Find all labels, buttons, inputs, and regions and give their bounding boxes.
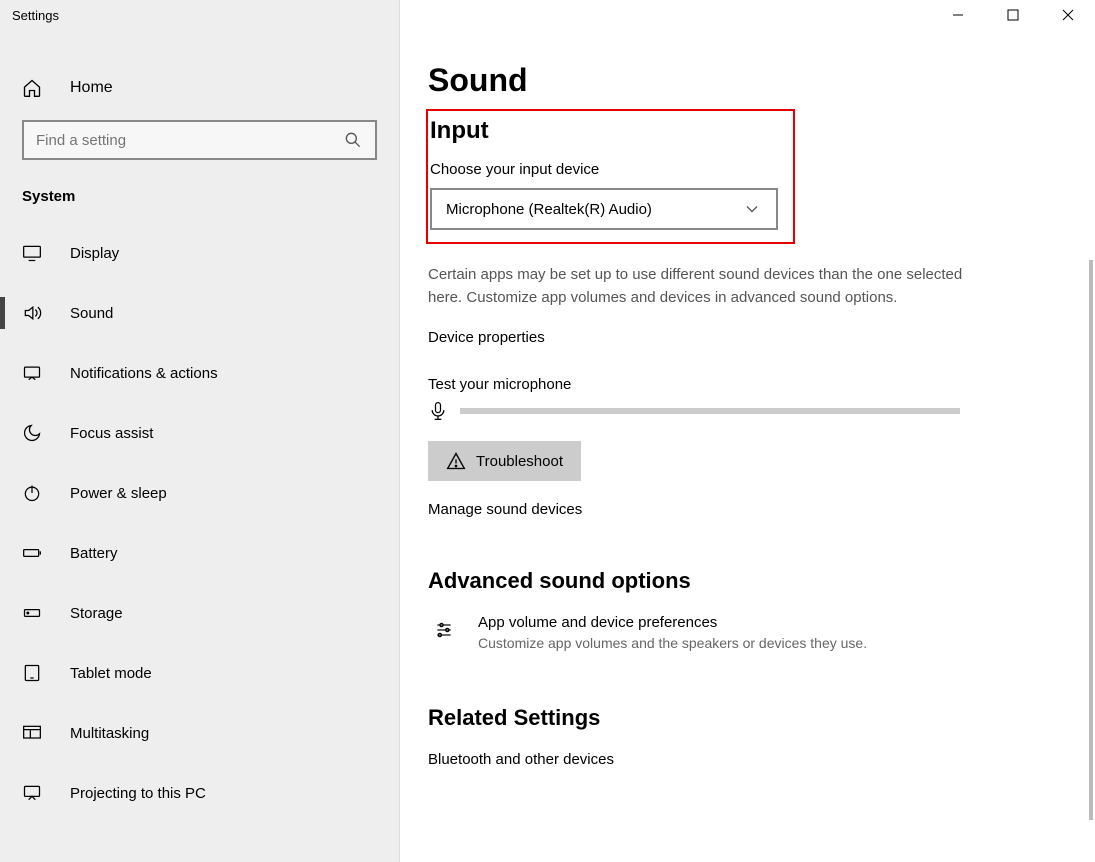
multitask-icon <box>22 723 42 743</box>
sidebar-item-sound[interactable]: Sound <box>0 283 399 343</box>
sidebar: Settings Home System Display So <box>0 0 400 862</box>
sidebar-item-notifications[interactable]: Notifications & actions <box>0 343 399 403</box>
dropdown-value: Microphone (Realtek(R) Audio) <box>446 201 652 218</box>
app-volume-title: App volume and device preferences <box>478 614 867 631</box>
related-heading: Related Settings <box>428 705 1065 731</box>
tablet-icon <box>22 663 42 683</box>
close-button[interactable] <box>1040 0 1095 30</box>
home-label: Home <box>70 79 113 97</box>
category-heading: System <box>0 160 399 217</box>
content-pane: Sound Input Choose your input device Mic… <box>400 0 1095 862</box>
nav-label: Power & sleep <box>70 485 167 502</box>
battery-icon <box>22 543 42 563</box>
nav-label: Sound <box>70 305 113 322</box>
test-mic-label: Test your microphone <box>428 376 1065 393</box>
choose-input-label: Choose your input device <box>428 161 781 178</box>
home-icon <box>22 78 42 98</box>
sidebar-item-battery[interactable]: Battery <box>0 523 399 583</box>
input-device-dropdown[interactable]: Microphone (Realtek(R) Audio) <box>430 188 778 230</box>
troubleshoot-button[interactable]: Troubleshoot <box>428 441 581 481</box>
nav-label: Tablet mode <box>70 665 152 682</box>
focus-icon <box>22 423 42 443</box>
warning-icon <box>446 451 466 471</box>
maximize-button[interactable] <box>985 0 1040 30</box>
input-heading: Input <box>428 117 781 145</box>
search-input[interactable] <box>36 132 330 149</box>
advanced-heading: Advanced sound options <box>428 568 1065 594</box>
nav-label: Notifications & actions <box>70 365 218 382</box>
input-description: Certain apps may be set up to use differ… <box>428 264 988 309</box>
mic-level-bar <box>460 408 960 414</box>
chevron-down-icon <box>742 199 762 219</box>
app-volume-row[interactable]: App volume and device preferences Custom… <box>428 614 1065 651</box>
projecting-icon <box>22 783 42 803</box>
microphone-icon <box>428 401 448 421</box>
sidebar-item-focus[interactable]: Focus assist <box>0 403 399 463</box>
nav-label: Projecting to this PC <box>70 785 206 802</box>
window-title: Settings <box>0 0 399 30</box>
sliders-icon <box>428 614 460 646</box>
minimize-button[interactable] <box>930 0 985 30</box>
input-section-highlight: Input Choose your input device Microphon… <box>426 109 795 244</box>
scrollbar[interactable] <box>1089 260 1093 820</box>
sidebar-item-projecting[interactable]: Projecting to this PC <box>0 763 399 823</box>
troubleshoot-label: Troubleshoot <box>476 453 563 470</box>
sidebar-item-tablet[interactable]: Tablet mode <box>0 643 399 703</box>
sidebar-item-display[interactable]: Display <box>0 223 399 283</box>
nav-list: Display Sound Notifications & actions Fo… <box>0 223 399 823</box>
app-volume-sub: Customize app volumes and the speakers o… <box>478 635 867 651</box>
nav-label: Focus assist <box>70 425 153 442</box>
search-icon <box>343 130 363 150</box>
nav-label: Display <box>70 245 119 262</box>
sidebar-item-storage[interactable]: Storage <box>0 583 399 643</box>
bluetooth-link[interactable]: Bluetooth and other devices <box>428 751 1065 768</box>
page-title: Sound <box>428 62 1065 99</box>
display-icon <box>22 243 42 263</box>
device-properties-link[interactable]: Device properties <box>428 329 1065 346</box>
search-input-wrap[interactable] <box>22 120 377 160</box>
window-controls <box>930 0 1095 30</box>
sidebar-item-multitask[interactable]: Multitasking <box>0 703 399 763</box>
storage-icon <box>22 603 42 623</box>
notifications-icon <box>22 363 42 383</box>
sidebar-item-power[interactable]: Power & sleep <box>0 463 399 523</box>
power-icon <box>22 483 42 503</box>
test-mic-row <box>428 401 1065 421</box>
nav-label: Storage <box>70 605 123 622</box>
nav-label: Battery <box>70 545 118 562</box>
manage-devices-link[interactable]: Manage sound devices <box>428 501 1065 518</box>
sound-icon <box>22 303 42 323</box>
nav-label: Multitasking <box>70 725 149 742</box>
home-nav[interactable]: Home <box>0 60 399 116</box>
